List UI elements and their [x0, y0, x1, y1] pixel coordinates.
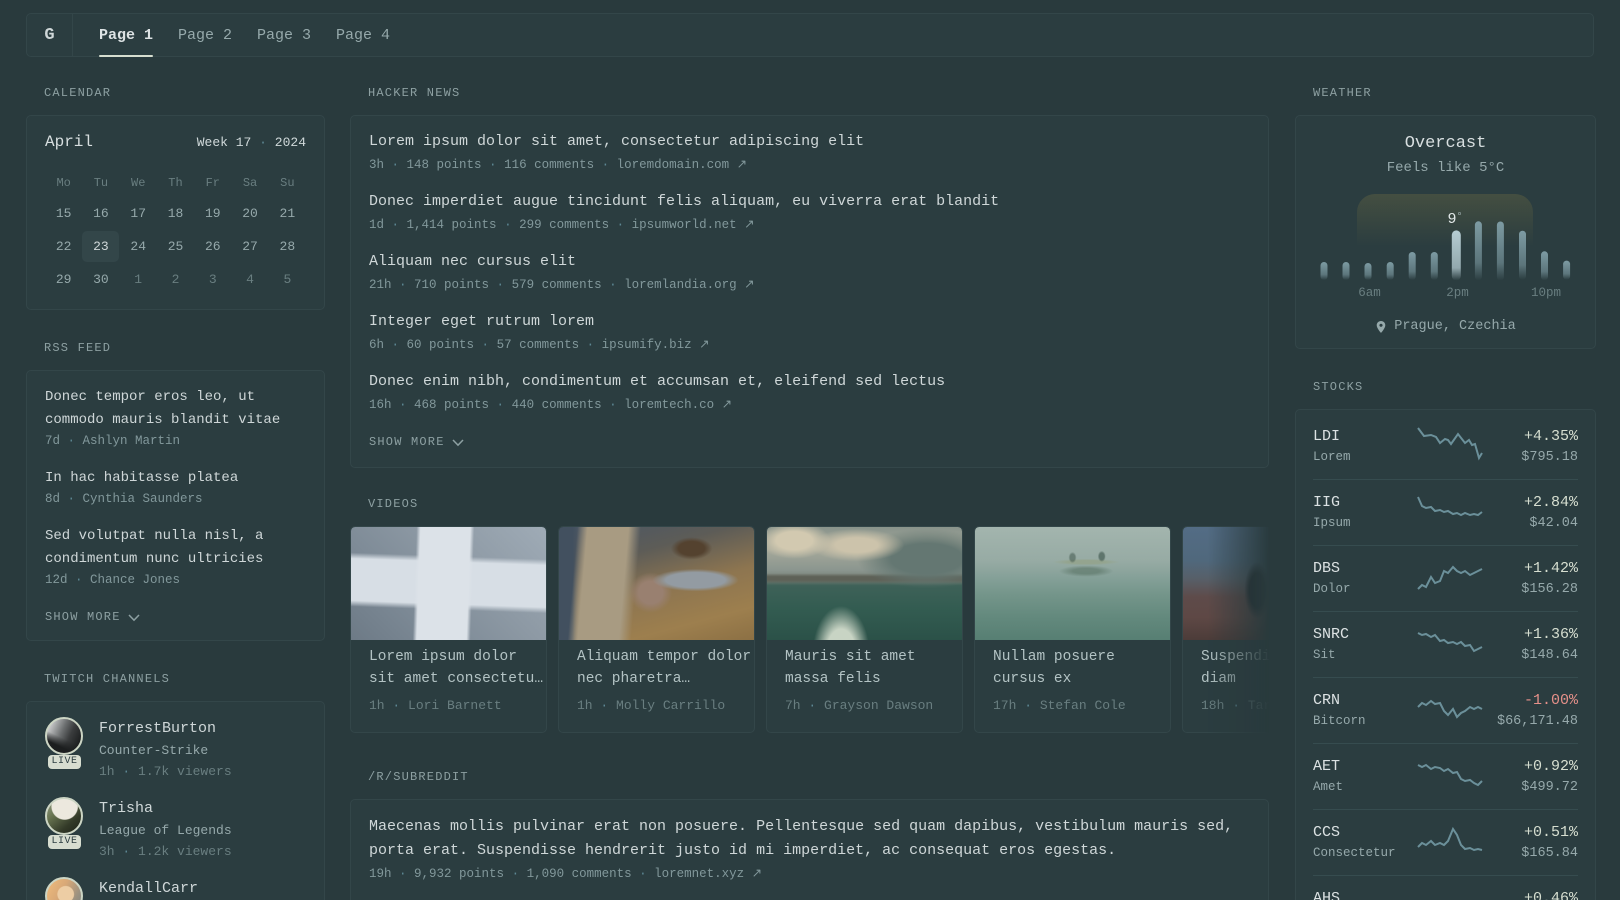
svg-text:9°: 9°	[1447, 211, 1462, 228]
